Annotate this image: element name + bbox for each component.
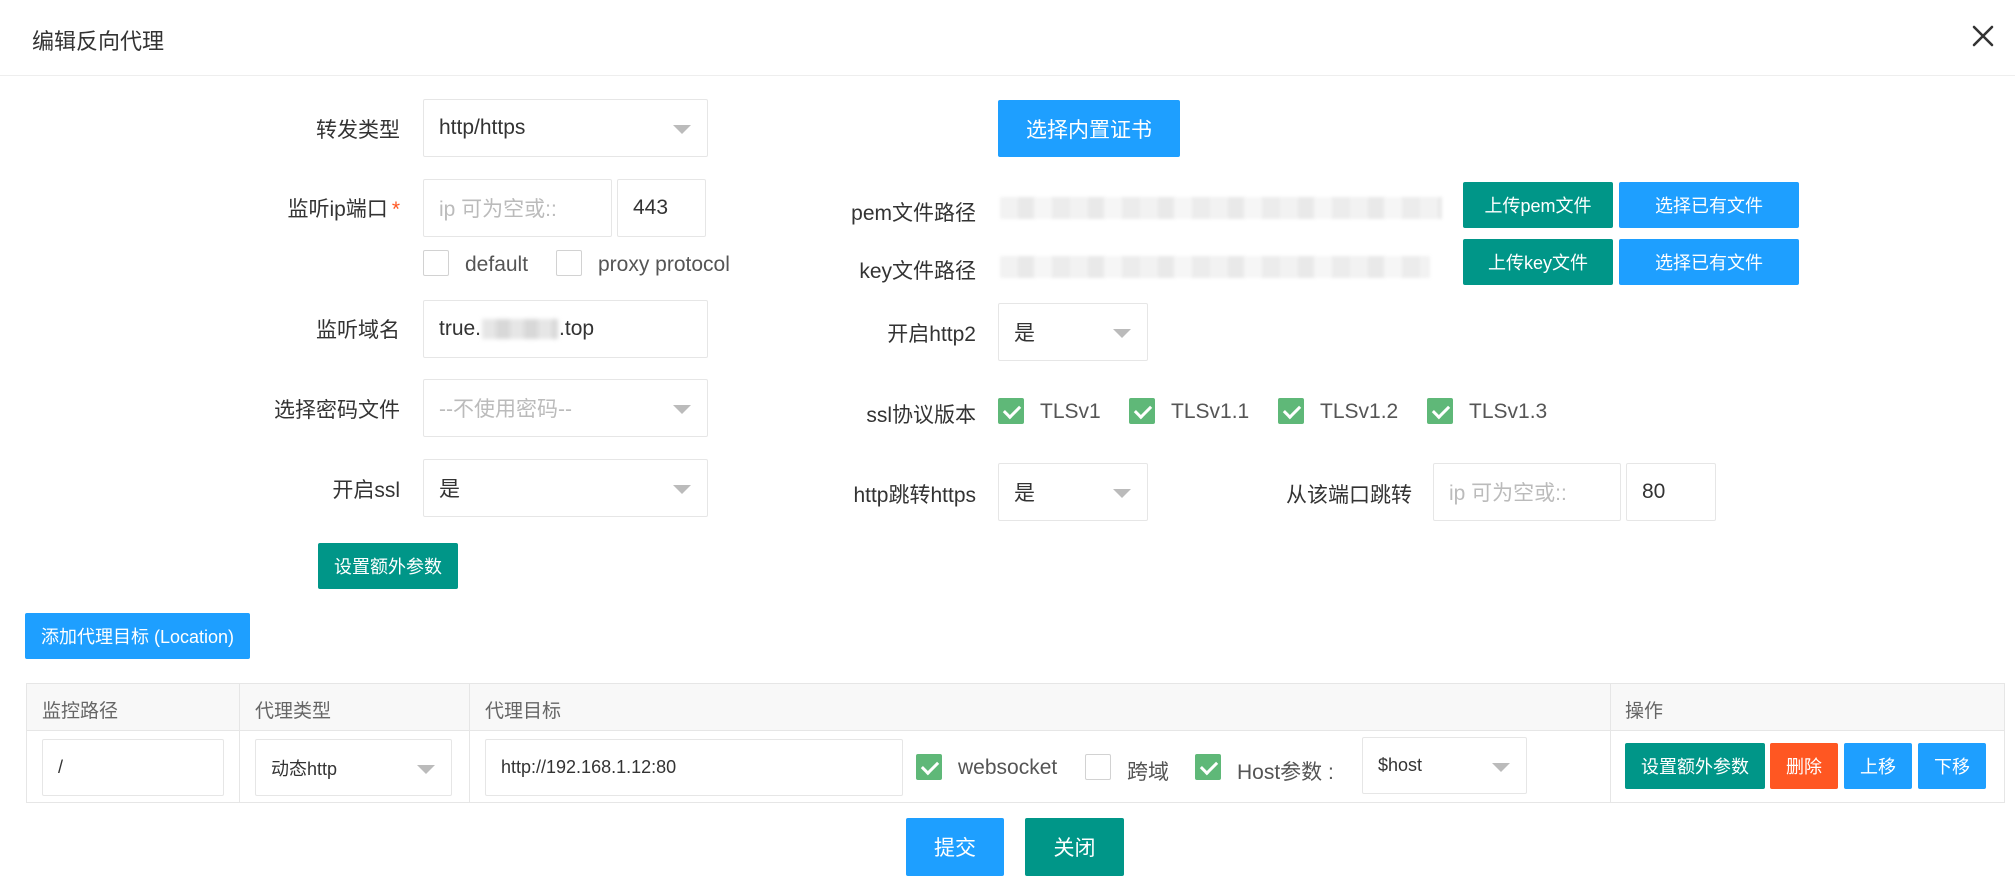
- tlsv1-1-checkbox[interactable]: [1129, 398, 1155, 424]
- set-extra-params-button[interactable]: 设置额外参数: [318, 543, 458, 589]
- upload-key-button[interactable]: 上传key文件: [1463, 239, 1613, 285]
- enable-ssl-value: 是: [439, 478, 460, 501]
- table-header: 监控路径 代理类型 代理目标 操作: [27, 684, 2004, 731]
- chevron-down-icon: [1113, 329, 1131, 338]
- listen-domain-input[interactable]: true. .top: [423, 300, 708, 358]
- redirect-ip-input[interactable]: ip 可为空或::: [1433, 463, 1621, 521]
- required-mark: *: [391, 198, 400, 221]
- listen-ip-port-label-text: 监听ip端口: [287, 198, 388, 221]
- location-move-up-button[interactable]: 上移: [1844, 743, 1912, 789]
- forward-type-select[interactable]: http/https: [423, 99, 708, 157]
- locations-table: 监控路径 代理类型 代理目标 操作 / 动态http http://192.16…: [26, 683, 2005, 803]
- cors-checkbox[interactable]: [1085, 754, 1111, 780]
- password-file-select[interactable]: --不使用密码--: [423, 379, 708, 437]
- redirect-port-input[interactable]: 80: [1626, 463, 1716, 521]
- redirect-port-value: 80: [1642, 480, 1666, 503]
- column-header-target: 代理目标: [485, 701, 562, 722]
- tlsv1-checkbox[interactable]: [998, 398, 1024, 424]
- listen-ip-input[interactable]: ip 可为空或::: [423, 179, 612, 237]
- tlsv1-3-label: TLSv1.3: [1469, 400, 1548, 423]
- host-param-select[interactable]: $host: [1362, 737, 1527, 794]
- default-checkbox-label: default: [465, 253, 529, 276]
- edit-reverse-proxy-dialog: 编辑反向代理 转发类型 http/https 监听ip端口 * ip 可为空或::…: [0, 0, 2015, 890]
- column-divider: [239, 684, 240, 802]
- listen-port-value: 443: [633, 196, 669, 219]
- choose-existing-key-button[interactable]: 选择已有文件: [1619, 239, 1799, 285]
- forward-type-value: http/https: [439, 116, 526, 139]
- location-target-value: http://192.168.1.12:80: [501, 757, 677, 777]
- chevron-down-icon: [1113, 489, 1131, 498]
- http-redirect-https-select[interactable]: 是: [998, 463, 1148, 521]
- location-move-down-button[interactable]: 下移: [1918, 743, 1986, 789]
- pem-path-label: pem文件路径: [851, 202, 976, 225]
- proxy-protocol-checkbox[interactable]: [556, 250, 582, 276]
- enable-http2-value: 是: [1014, 322, 1035, 345]
- listen-port-input[interactable]: 443: [617, 179, 706, 237]
- tlsv1-3-checkbox[interactable]: [1427, 398, 1453, 424]
- choose-existing-pem-button[interactable]: 选择已有文件: [1619, 182, 1799, 228]
- chevron-down-icon: [417, 765, 435, 774]
- password-file-placeholder: --不使用密码--: [439, 398, 572, 421]
- choose-builtin-cert-button[interactable]: 选择内置证书: [998, 100, 1180, 157]
- websocket-label: websocket: [958, 756, 1058, 779]
- add-location-button[interactable]: 添加代理目标 (Location): [25, 613, 250, 659]
- key-path-label: key文件路径: [859, 260, 976, 283]
- upload-pem-button[interactable]: 上传pem文件: [1463, 182, 1613, 228]
- column-divider: [469, 684, 470, 802]
- cors-label: 跨域: [1127, 761, 1169, 784]
- default-checkbox[interactable]: [423, 250, 449, 276]
- close-icon[interactable]: [1965, 18, 2001, 54]
- enable-ssl-label: 开启ssl: [332, 479, 400, 502]
- close-button[interactable]: 关闭: [1025, 818, 1124, 876]
- websocket-checkbox[interactable]: [916, 754, 942, 780]
- chevron-down-icon: [673, 125, 691, 134]
- redirect-from-port-label: 从该端口跳转: [1286, 484, 1412, 507]
- chevron-down-icon: [673, 405, 691, 414]
- key-path-value-blurred: [1000, 256, 1430, 278]
- tlsv1-2-label: TLSv1.2: [1320, 400, 1399, 423]
- listen-ip-placeholder: ip 可为空或::: [439, 198, 557, 221]
- location-target-input[interactable]: http://192.168.1.12:80: [485, 739, 903, 796]
- listen-domain-prefix: true.: [439, 317, 482, 340]
- location-delete-button[interactable]: 删除: [1770, 743, 1838, 789]
- http-redirect-https-value: 是: [1014, 482, 1035, 505]
- host-param-checkbox[interactable]: [1195, 754, 1221, 780]
- tlsv1-2-checkbox[interactable]: [1278, 398, 1304, 424]
- location-path-input[interactable]: /: [42, 739, 224, 796]
- column-divider: [1610, 684, 1611, 802]
- location-proxy-type-select[interactable]: 动态http: [255, 739, 452, 796]
- password-file-label: 选择密码文件: [274, 399, 400, 422]
- location-path-value: /: [58, 757, 64, 777]
- redirect-ip-placeholder: ip 可为空或::: [1449, 482, 1567, 505]
- http-redirect-https-label: http跳转https: [853, 484, 976, 507]
- forward-type-label: 转发类型: [316, 119, 400, 142]
- column-header-proxy-type: 代理类型: [255, 701, 332, 722]
- location-proxy-type-value: 动态http: [271, 758, 338, 779]
- proxy-protocol-label: proxy protocol: [598, 253, 730, 276]
- ssl-versions-label: ssl协议版本: [866, 404, 976, 427]
- dialog-header: 编辑反向代理: [0, 0, 2015, 76]
- column-header-actions: 操作: [1625, 701, 1664, 722]
- enable-http2-select[interactable]: 是: [998, 303, 1148, 361]
- location-extra-params-button[interactable]: 设置额外参数: [1625, 743, 1765, 789]
- chevron-down-icon: [673, 485, 691, 494]
- listen-domain-suffix: .top: [559, 317, 595, 340]
- pem-path-value-blurred: [1000, 197, 1442, 219]
- host-param-label: Host参数 :: [1237, 761, 1334, 784]
- listen-domain-label: 监听域名: [316, 319, 400, 342]
- column-header-path: 监控路径: [42, 701, 119, 722]
- enable-ssl-select[interactable]: 是: [423, 459, 708, 517]
- listen-ip-port-label: 监听ip端口 *: [230, 193, 400, 223]
- tlsv1-label: TLSv1: [1040, 400, 1101, 423]
- blurred-domain-segment: [482, 319, 559, 339]
- tlsv1-1-label: TLSv1.1: [1171, 400, 1250, 423]
- host-param-value: $host: [1378, 755, 1423, 775]
- enable-http2-label: 开启http2: [887, 323, 976, 346]
- submit-button[interactable]: 提交: [906, 818, 1004, 876]
- dialog-title: 编辑反向代理: [32, 29, 165, 54]
- chevron-down-icon: [1492, 763, 1510, 772]
